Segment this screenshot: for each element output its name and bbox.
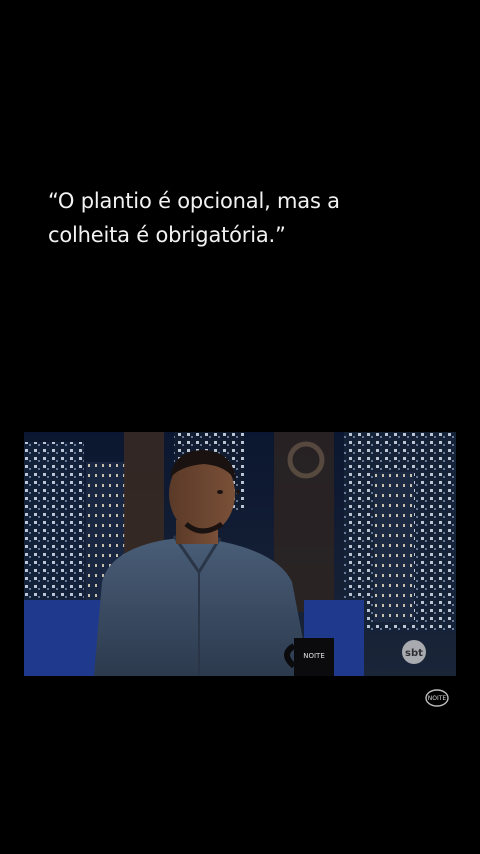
video-frame[interactable]: NOITE sbt — [24, 432, 456, 676]
quote-caption: “O plantio é opcional, mas a colheita é … — [48, 184, 448, 252]
noite-watermark-logo: NOITE — [425, 689, 449, 707]
watermark-label: NOITE — [428, 695, 447, 702]
quote-line-2: colheita é obrigatória.” — [48, 223, 286, 247]
quote-line-1: “O plantio é opcional, mas a — [48, 189, 340, 213]
noite-mug: NOITE — [284, 638, 334, 676]
channel-bug-label: sbt — [405, 648, 423, 659]
video-scene: NOITE sbt — [24, 432, 456, 676]
couch-left — [24, 600, 104, 676]
channel-bug: sbt — [402, 640, 426, 664]
mug-logo: NOITE — [303, 652, 325, 660]
